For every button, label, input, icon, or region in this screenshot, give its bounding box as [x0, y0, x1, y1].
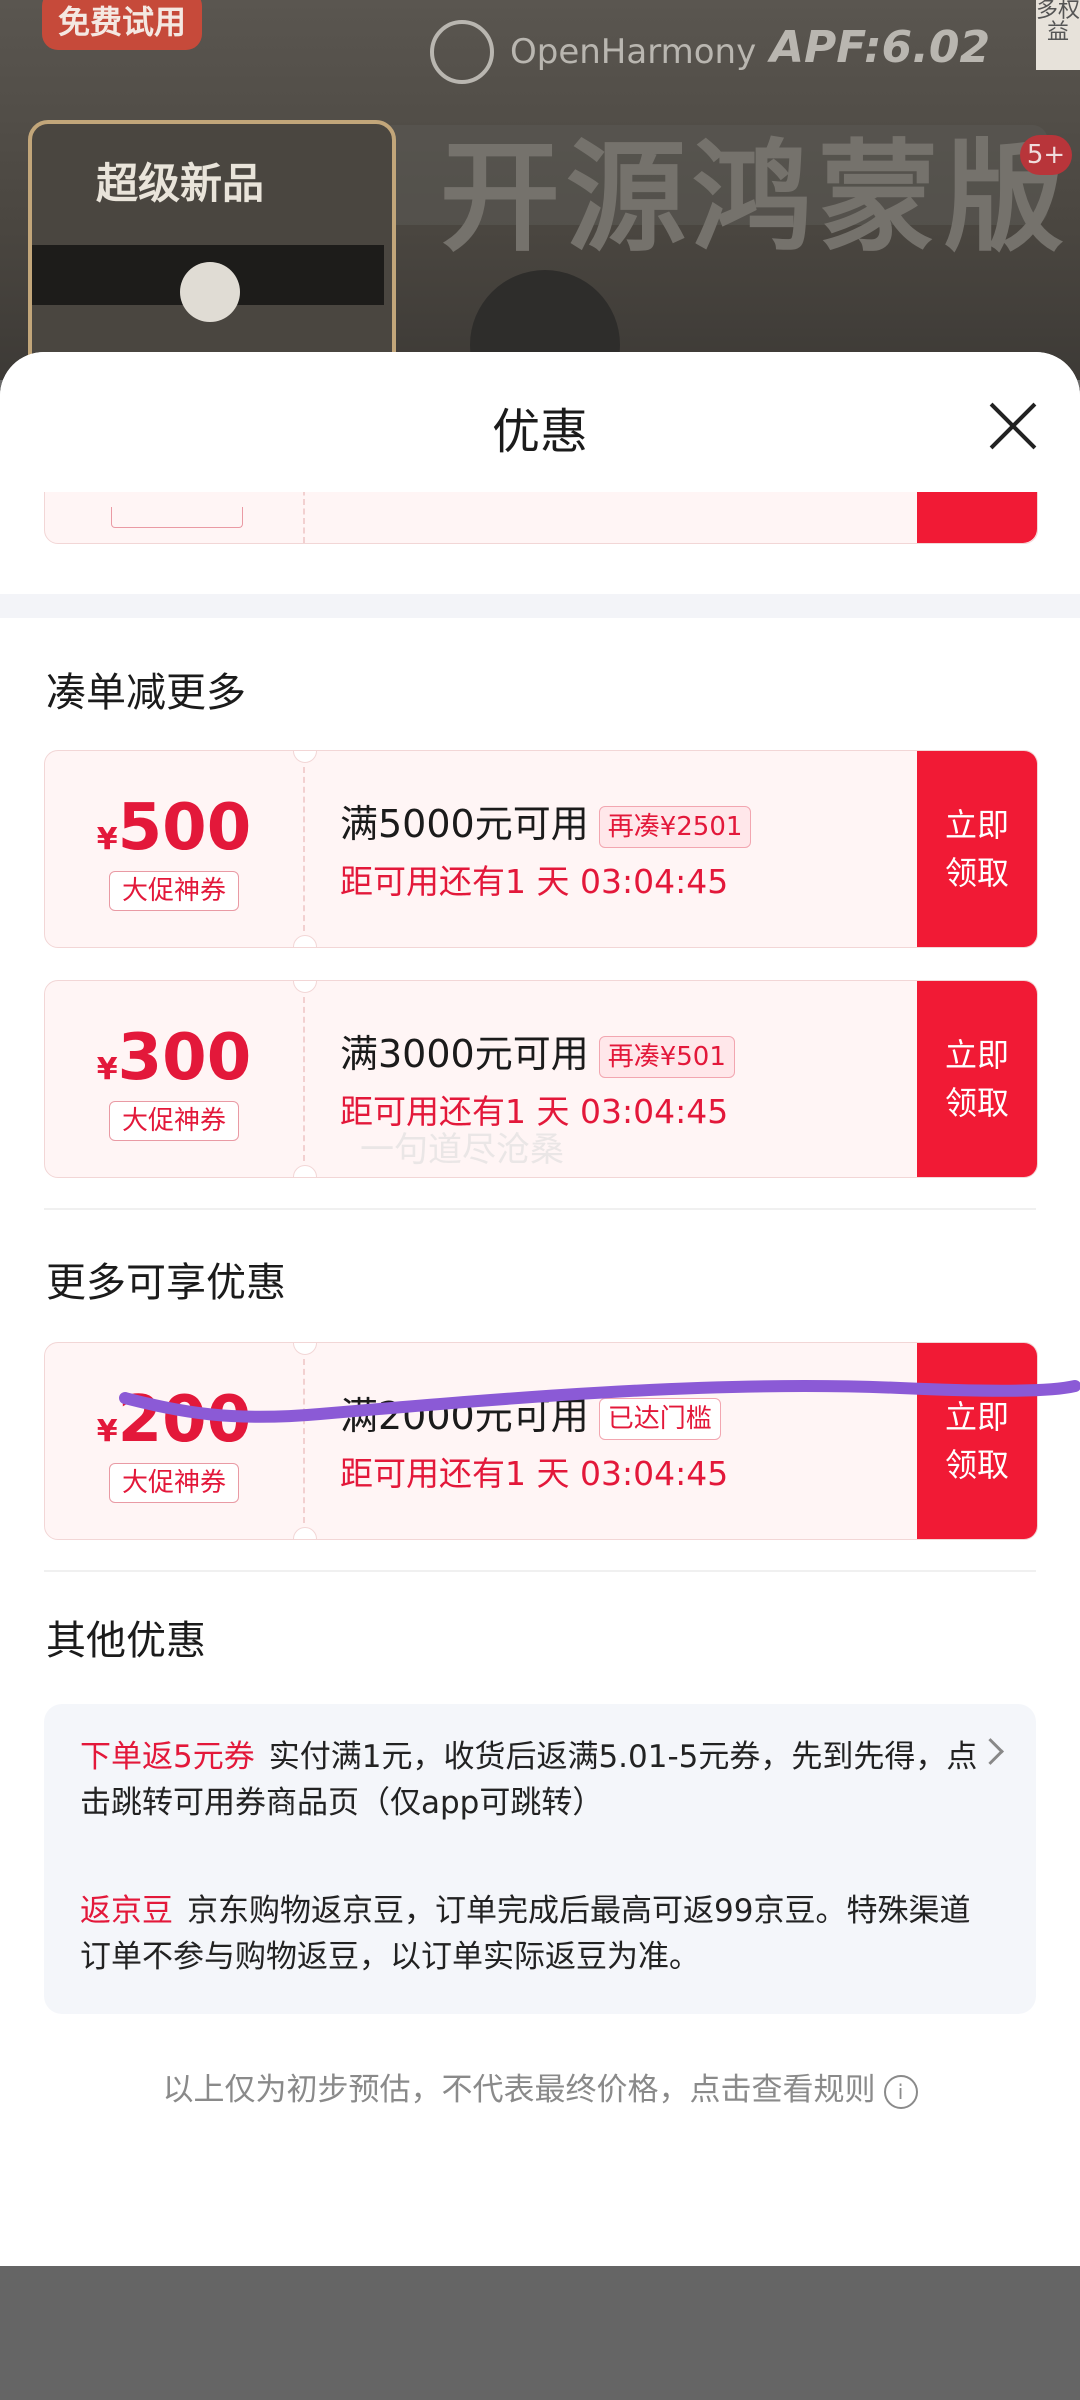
watermark: 一句道尽沧桑 — [360, 1130, 564, 1170]
offer-tag: 下单返5元券 — [80, 1739, 255, 1775]
offer-description: 京东购物返京豆，订单完成后最高可返99京豆。特殊渠道订单不参与购物返豆，以订单实… — [80, 1893, 971, 1975]
product-label: 超级新品 — [96, 159, 265, 208]
coupon-countdown: 距可用还有1 天 03:04:45 — [340, 862, 729, 901]
coupon-card: ¥200 大促神券 满2000元可用 已达门槛 距可用还有1 天 03:04:45… — [44, 1342, 1038, 1540]
coupon-shortfall-pill: 再凑¥2501 — [598, 805, 752, 848]
offer-item-jingdou: 返京豆 京东购物返京豆，订单完成后最高可返99京豆。特殊渠道订单不参与购物返豆，以… — [80, 1888, 980, 1980]
coupon-type-tag: 大促神券 — [109, 1101, 239, 1141]
free-trial-badge: 免费试用 — [42, 0, 202, 50]
background-bottom — [0, 2266, 1080, 2400]
coupon-amount: ¥300 — [45, 1021, 303, 1095]
side-benefits-tab: 多权益 — [1036, 0, 1080, 70]
info-icon[interactable]: i — [883, 2074, 918, 2109]
chevron-right-icon[interactable] — [977, 1738, 1004, 1765]
section-separator — [0, 594, 1080, 618]
coupon-notch — [293, 981, 317, 993]
sheet-header: 优惠 — [0, 352, 1080, 492]
coupon-condition: 满5000元可用 再凑¥2501 — [340, 793, 752, 848]
coupon-notch — [293, 1343, 317, 1355]
offer-tag: 返京豆 — [80, 1893, 173, 1929]
coupon-divider — [303, 767, 305, 931]
coupon-value: 200 — [117, 1383, 252, 1457]
coupon-shortfall-pill: 再凑¥501 — [598, 1035, 735, 1078]
claim-label-line2: 领取 — [944, 854, 1009, 892]
section-title-more: 更多可享优惠 — [46, 1260, 286, 1306]
claim-label-line1: 立即 — [944, 1398, 1009, 1436]
coupon-countdown: 距可用还有1 天 03:04:45 — [340, 1454, 729, 1493]
coupon-threshold-pill: 已达门槛 — [598, 1397, 721, 1440]
claim-label-line2: 领取 — [944, 1084, 1009, 1122]
claim-label-line2: 领取 — [944, 1446, 1009, 1484]
coupon-notch — [293, 751, 317, 763]
claim-button[interactable]: 立即 领取 — [917, 751, 1037, 947]
coupon-condition-text: 满3000元可用 — [340, 1032, 589, 1076]
coupon-condition: 满3000元可用 再凑¥501 — [340, 1023, 735, 1078]
other-offers-box[interactable]: 下单返5元券 实付满1元，收货后返满5.01-5元券，先到先得，点击跳转可用券商品… — [44, 1704, 1036, 2014]
coupon-notch — [293, 1165, 317, 1177]
openharmony-brand: OpenHarmony — [430, 20, 756, 84]
cube-logo-icon — [180, 262, 240, 322]
background-app: 免费试用 OpenHarmony APF:6.02 多权益 ‹ 开源鸿蒙版 超级… — [0, 0, 1080, 380]
coupon-amount: ¥200 — [45, 1383, 303, 1457]
coupon-amount: ¥500 — [45, 791, 303, 865]
count-badge: 5+ — [1020, 135, 1072, 175]
coupon-type-tag: 大促神券 — [109, 1463, 239, 1503]
currency-symbol: ¥ — [96, 822, 118, 857]
section-title-combine: 凑单减更多 — [46, 670, 246, 716]
section-title-other: 其他优惠 — [46, 1618, 206, 1664]
coupon-notch — [293, 935, 317, 947]
coupon-notch — [293, 1527, 317, 1539]
coupon-condition: 满2000元可用 已达门槛 — [340, 1385, 721, 1440]
coupon-divider — [303, 1359, 305, 1523]
coupon-value: 500 — [117, 791, 252, 865]
offers-sheet: 优惠 凑单减更多 ¥500 大促神券 满5000元可用 再凑¥2501 距可用还有… — [0, 352, 1080, 2266]
partial-coupon-tag — [111, 507, 243, 528]
openharmony-logo-icon — [430, 20, 494, 84]
close-icon[interactable] — [986, 400, 1040, 454]
claim-button[interactable]: 立即 领取 — [917, 981, 1037, 1177]
footnote-text: 以上仅为初步预估，不代表最终价格，点击查看规则 — [162, 2072, 876, 2108]
brand-name: OpenHarmony — [510, 32, 757, 72]
coupon-type-tag: 大促神券 — [109, 871, 239, 911]
divider-line — [44, 1208, 1036, 1210]
divider-line — [44, 1570, 1036, 1572]
footnote[interactable]: 以上仅为初步预估，不代表最终价格，点击查看规则 i — [0, 2064, 1080, 2109]
apf-version: APF:6.02 — [770, 22, 991, 73]
claim-label-line1: 立即 — [944, 806, 1009, 844]
claim-label-line1: 立即 — [944, 1036, 1009, 1074]
coupon-card: ¥500 大促神券 满5000元可用 再凑¥2501 距可用还有1 天 03:04… — [44, 750, 1038, 948]
coupon-condition-text: 满5000元可用 — [340, 802, 589, 846]
currency-symbol: ¥ — [96, 1052, 118, 1087]
coupon-condition-text: 满2000元可用 — [340, 1394, 589, 1438]
offer-item-coupon-return[interactable]: 下单返5元券 实付满1元，收货后返满5.01-5元券，先到先得，点击跳转可用券商品… — [80, 1734, 980, 1826]
coupon-value: 300 — [117, 1021, 252, 1095]
background-headline: 开源鸿蒙版 — [440, 129, 1070, 268]
sheet-title: 优惠 — [491, 404, 588, 460]
claim-button[interactable]: 立即 领取 — [917, 1343, 1037, 1539]
coupon-divider — [303, 997, 305, 1161]
currency-symbol: ¥ — [96, 1414, 118, 1449]
